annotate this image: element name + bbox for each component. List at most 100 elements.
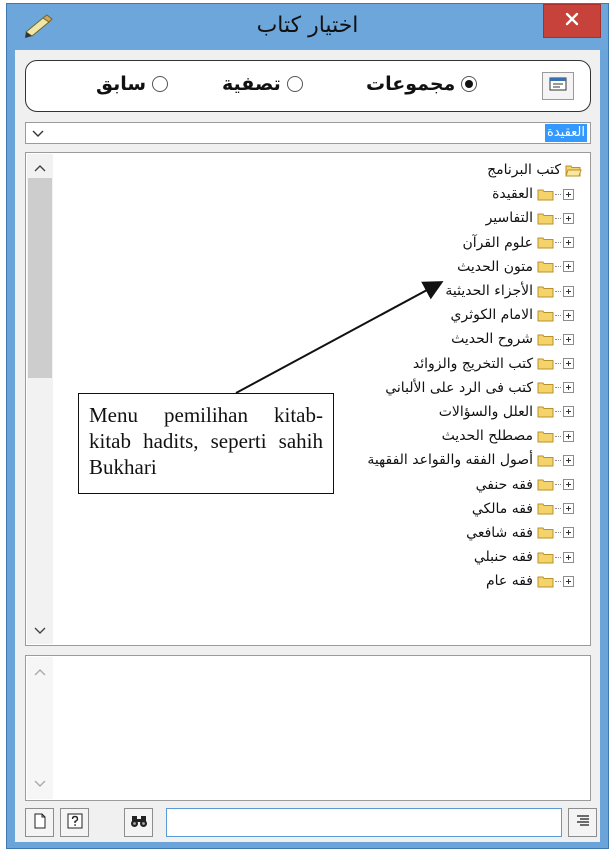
mode-radio-group: مجموعات تصفية سابق <box>25 60 591 112</box>
folder-icon <box>537 502 554 515</box>
expand-icon[interactable] <box>563 382 574 394</box>
folder-icon <box>537 454 554 467</box>
chevron-up-icon[interactable] <box>32 665 48 681</box>
folder-icon <box>537 285 554 298</box>
binoculars-icon <box>130 814 148 832</box>
tree-item-label: أصول الفقه والقواعد الفقهية <box>367 452 533 469</box>
tree-item-label: فقه شافعي <box>466 524 533 541</box>
expand-icon[interactable] <box>563 479 574 491</box>
tree-connector <box>555 363 561 365</box>
tree-item-label: فقه حنفي <box>475 476 533 493</box>
tree-scrollbar[interactable] <box>27 154 53 644</box>
tree-item[interactable]: فقه مالكي <box>62 497 582 521</box>
chevron-down-icon[interactable] <box>30 125 46 141</box>
expand-icon[interactable] <box>563 212 574 224</box>
folder-icon <box>537 333 554 346</box>
expand-icon[interactable] <box>563 406 574 418</box>
tree-item[interactable]: متون الحديث <box>62 255 582 279</box>
tree-connector <box>555 580 561 582</box>
find-button[interactable] <box>124 808 153 837</box>
tree-item-label: متون الحديث <box>457 258 533 275</box>
expand-icon[interactable] <box>563 285 574 297</box>
folder-icon <box>537 188 554 201</box>
tree-item[interactable]: شروح الحديث <box>62 327 582 351</box>
tree-item-label: علوم القرآن <box>462 234 533 251</box>
tree-item-label: الامام الكوثري <box>450 307 533 324</box>
expand-icon[interactable] <box>563 309 574 321</box>
tree-item[interactable]: الأجزاء الحديثية <box>62 279 582 303</box>
help-icon <box>67 813 83 833</box>
radio-previous-circle[interactable] <box>152 76 169 92</box>
chevron-up-icon[interactable] <box>32 161 48 177</box>
folder-icon <box>537 575 554 588</box>
list-button[interactable] <box>568 808 597 837</box>
folder-icon <box>537 260 554 273</box>
tree-list: كتب البرنامج العقيدة التفاسير علوم القرآن م… <box>62 158 582 593</box>
tree-item[interactable]: الامام الكوثري <box>62 303 582 327</box>
folder-icon <box>537 236 554 249</box>
tree-item[interactable]: فقه حنبلي <box>62 545 582 569</box>
expand-icon[interactable] <box>563 333 574 345</box>
expand-icon[interactable] <box>563 188 574 200</box>
window-title: اختيار كتاب <box>256 13 359 38</box>
close-icon <box>564 11 580 31</box>
title-bar[interactable]: اختيار كتاب <box>7 4 608 50</box>
expand-icon[interactable] <box>563 454 574 466</box>
tree-item[interactable]: علوم القرآن <box>62 231 582 255</box>
tree-connector <box>555 459 561 461</box>
expand-icon[interactable] <box>563 527 574 539</box>
close-button[interactable] <box>543 4 601 38</box>
expand-icon[interactable] <box>563 358 574 370</box>
folder-icon <box>537 430 554 443</box>
category-select[interactable]: العقيدة <box>25 122 591 144</box>
expand-icon[interactable] <box>563 551 574 563</box>
expand-icon[interactable] <box>563 430 574 442</box>
window-icon <box>549 77 567 95</box>
category-select-value: العقيدة <box>545 124 587 142</box>
tree-item[interactable]: فقه عام <box>62 569 582 593</box>
open-folder-icon <box>565 164 582 177</box>
radio-filter[interactable]: تصفية <box>222 73 303 95</box>
detail-scrollbar[interactable] <box>27 657 53 799</box>
radio-groups[interactable]: مجموعات <box>366 73 478 95</box>
folder-icon <box>537 478 554 491</box>
tree-item[interactable]: كتب التخريج والزوائد <box>62 352 582 376</box>
folder-icon <box>537 357 554 370</box>
radio-filter-circle[interactable] <box>286 76 303 92</box>
radio-previous[interactable]: سابق <box>96 73 169 95</box>
tree-item[interactable]: العقيدة <box>62 182 582 206</box>
tree-connector <box>555 338 561 340</box>
scroll-thumb[interactable] <box>28 178 52 378</box>
folder-icon <box>537 212 554 225</box>
radio-filter-label: تصفية <box>222 73 281 95</box>
tree-connector <box>555 484 561 486</box>
toggle-view-button[interactable] <box>542 72 574 100</box>
tree-root-label: كتب البرنامج <box>487 162 561 179</box>
expand-icon[interactable] <box>563 261 574 273</box>
tree-root[interactable]: كتب البرنامج <box>62 158 582 182</box>
folder-icon <box>537 526 554 539</box>
tree-item[interactable]: فقه شافعي <box>62 521 582 545</box>
folder-icon <box>537 405 554 418</box>
chevron-down-icon[interactable] <box>32 622 48 638</box>
tree-connector <box>555 532 561 534</box>
tree-item-label: كتب فى الرد على الألباني <box>385 379 533 396</box>
expand-icon[interactable] <box>563 237 574 249</box>
search-input[interactable] <box>166 808 562 837</box>
new-button[interactable] <box>25 808 54 837</box>
chevron-down-icon[interactable] <box>32 775 48 791</box>
tree-item-label: الأجزاء الحديثية <box>445 283 533 300</box>
expand-icon[interactable] <box>563 575 574 587</box>
radio-groups-label: مجموعات <box>366 73 456 95</box>
tree-connector <box>555 435 561 437</box>
tree-item-label: العلل والسؤالات <box>438 403 533 420</box>
page-icon <box>33 813 47 833</box>
help-button[interactable] <box>60 808 89 837</box>
tree-connector <box>555 387 561 389</box>
tree-item[interactable]: التفاسير <box>62 206 582 230</box>
tree-connector <box>555 242 561 244</box>
radio-groups-circle[interactable] <box>461 76 478 92</box>
expand-icon[interactable] <box>563 503 574 515</box>
folder-icon <box>537 551 554 564</box>
tree-connector <box>555 193 561 195</box>
